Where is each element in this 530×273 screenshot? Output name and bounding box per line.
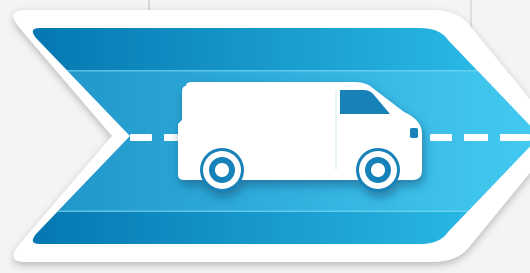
arrow-illustration [13, 0, 530, 262]
van-headlight [410, 128, 418, 138]
van-wheel-rear [203, 151, 241, 189]
road-band-edge [32, 210, 530, 212]
road-band-edge [32, 70, 530, 72]
delivery-van-icon [178, 82, 422, 192]
van-wheel-front [359, 151, 397, 189]
delivery-arrow-graphic [0, 0, 530, 273]
